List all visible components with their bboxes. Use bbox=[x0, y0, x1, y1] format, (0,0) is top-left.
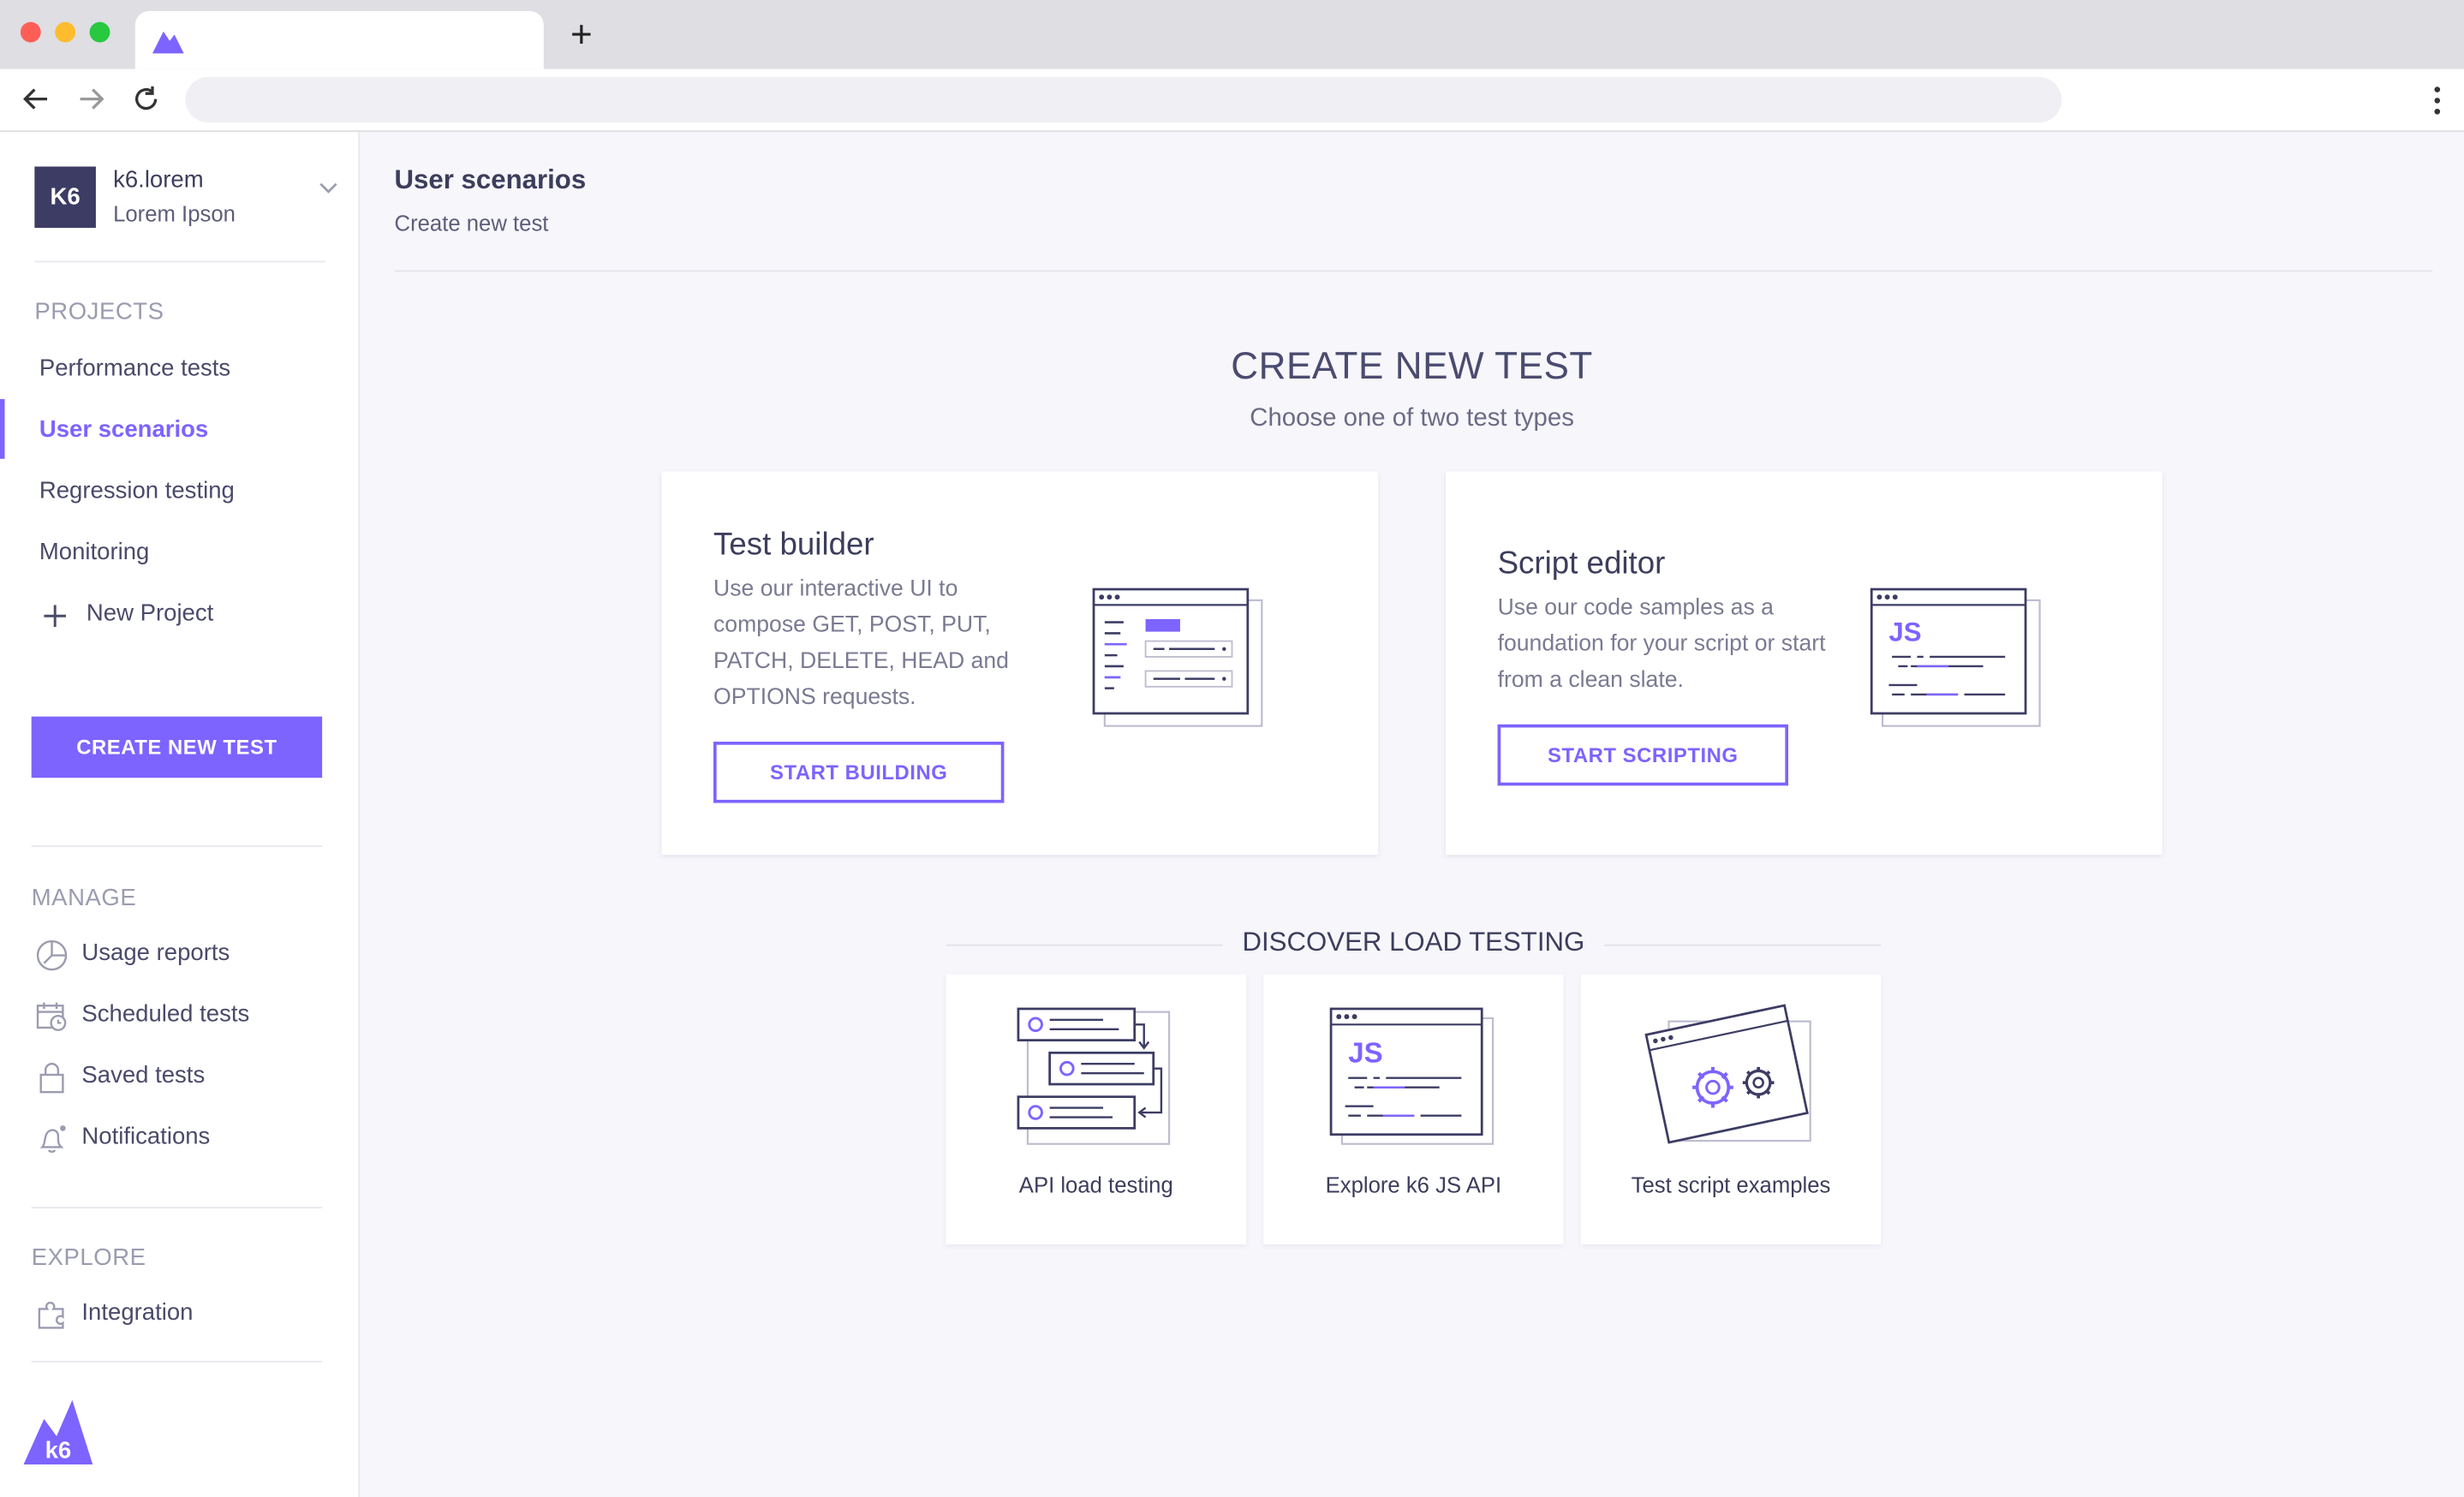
more-vert-icon[interactable] bbox=[2432, 85, 2442, 116]
divider bbox=[31, 1207, 323, 1208]
divider bbox=[394, 270, 2433, 272]
projects-section-label: PROJECTS bbox=[34, 298, 164, 325]
sidebar-item-saved-tests[interactable]: Saved tests bbox=[34, 1060, 333, 1094]
sidebar-item-label: Saved tests bbox=[81, 1062, 206, 1089]
explore-js-api-tile[interactable]: JS Explore k6 JS API bbox=[1263, 974, 1564, 1245]
page-subtitle: Create new test bbox=[394, 210, 549, 236]
test-builder-illustration-icon bbox=[1092, 587, 1263, 727]
chart-icon bbox=[36, 939, 68, 971]
browser-tab-bar: + bbox=[0, 0, 2464, 69]
sidebar-item-integration[interactable]: Integration bbox=[34, 1298, 333, 1333]
active-indicator bbox=[0, 399, 5, 459]
sidebar-item-label: Integration bbox=[81, 1299, 194, 1327]
divider bbox=[31, 1360, 323, 1363]
script-editor-illustration-icon: JS bbox=[1870, 587, 2041, 727]
minimize-window-button[interactable] bbox=[55, 21, 76, 43]
discover-title: DISCOVER LOAD TESTING bbox=[946, 927, 1882, 959]
discover-title-text: DISCOVER LOAD TESTING bbox=[1226, 927, 1601, 957]
reload-icon[interactable] bbox=[128, 81, 163, 116]
api-load-testing-tile[interactable]: API load testing bbox=[946, 974, 1246, 1245]
org-subtitle: Lorem Ipson bbox=[113, 200, 236, 227]
js-label: JS bbox=[1888, 617, 1921, 647]
start-building-button[interactable]: START BUILDING bbox=[713, 742, 1005, 803]
puzzle-icon bbox=[38, 1301, 64, 1329]
back-arrow-icon[interactable] bbox=[19, 81, 53, 116]
js-editor-illustration-icon: JS bbox=[1329, 1007, 1495, 1145]
plus-icon[interactable] bbox=[44, 605, 67, 628]
hero-subtitle: Choose one of two test types bbox=[1250, 405, 1574, 432]
browser-toolbar bbox=[0, 69, 2464, 133]
sidebar-item-user-scenarios[interactable]: User scenarios bbox=[39, 416, 208, 443]
new-project-link[interactable]: New Project bbox=[87, 600, 213, 627]
sidebar: K6 k6.lorem Lorem Ipson PROJECTS Perform… bbox=[0, 132, 361, 1497]
sidebar-item-label: Notifications bbox=[81, 1123, 211, 1151]
sidebar-item-scheduled-tests[interactable]: Scheduled tests bbox=[34, 999, 333, 1034]
api-flow-illustration-icon bbox=[1017, 1007, 1171, 1145]
sidebar-item-label: Scheduled tests bbox=[81, 1000, 250, 1028]
address-bar[interactable] bbox=[185, 76, 2062, 123]
tile-label: Test script examples bbox=[1631, 1172, 1831, 1198]
explore-section-label: EXPLORE bbox=[31, 1244, 146, 1272]
sidebar-item-regression-testing[interactable]: Regression testing bbox=[39, 478, 235, 504]
sidebar-item-performance-tests[interactable]: Performance tests bbox=[39, 355, 230, 382]
maximize-window-button[interactable] bbox=[89, 21, 110, 43]
org-badge: K6 bbox=[34, 166, 96, 229]
card-description: Use our code samples as a foundation for… bbox=[1497, 595, 1826, 694]
logo-text: k6 bbox=[45, 1437, 72, 1464]
browser-tab[interactable] bbox=[134, 10, 544, 69]
browser-window: + K6 k6.lorem Lorem Ipson PROJECTS Perfo… bbox=[0, 0, 2464, 1497]
gears-illustration-icon bbox=[1644, 1004, 1811, 1144]
js-label: JS bbox=[1348, 1036, 1382, 1068]
bell-icon bbox=[39, 1125, 66, 1154]
card-title: Test builder bbox=[713, 528, 874, 563]
sidebar-item-usage-reports[interactable]: Usage reports bbox=[34, 938, 333, 972]
create-new-test-button[interactable]: CREATE NEW TEST bbox=[31, 716, 323, 778]
k6-logo-icon bbox=[152, 31, 184, 54]
new-tab-button[interactable]: + bbox=[566, 16, 598, 55]
tile-label: Explore k6 JS API bbox=[1325, 1172, 1502, 1198]
tile-label: API load testing bbox=[1018, 1172, 1173, 1198]
hero-title: CREATE NEW TEST bbox=[1231, 345, 1593, 389]
sidebar-item-monitoring[interactable]: Monitoring bbox=[39, 539, 150, 565]
lock-icon bbox=[39, 1063, 64, 1094]
divider bbox=[31, 845, 323, 847]
test-builder-card: Test builder Use our interactive UI to c… bbox=[661, 471, 1379, 856]
forward-arrow-icon[interactable] bbox=[74, 81, 108, 116]
calendar-icon bbox=[36, 1002, 67, 1031]
test-script-examples-tile[interactable]: Test script examples bbox=[1580, 974, 1882, 1245]
chevron-down-icon[interactable] bbox=[319, 179, 337, 194]
sidebar-item-label: Usage reports bbox=[81, 939, 230, 967]
card-description: Use our interactive UI to compose GET, P… bbox=[713, 576, 1009, 711]
script-editor-card: Script editor Use our code samples as a … bbox=[1446, 471, 2163, 856]
close-window-button[interactable] bbox=[20, 21, 41, 43]
card-title: Script editor bbox=[1497, 546, 1666, 582]
manage-section-label: MANAGE bbox=[31, 884, 137, 912]
main-content: User scenarios Create new test CREATE NE… bbox=[360, 132, 2464, 1497]
sidebar-item-notifications[interactable]: Notifications bbox=[34, 1122, 333, 1156]
page-title: User scenarios bbox=[394, 164, 587, 195]
org-name: k6.lorem bbox=[113, 166, 204, 194]
k6-logo-icon[interactable]: k6 bbox=[22, 1397, 94, 1466]
start-scripting-button[interactable]: START SCRIPTING bbox=[1497, 724, 1789, 786]
org-switcher[interactable]: K6 k6.lorem Lorem Ipson bbox=[34, 166, 337, 229]
divider bbox=[34, 260, 325, 263]
discover-section-header: DISCOVER LOAD TESTING bbox=[946, 927, 1882, 959]
